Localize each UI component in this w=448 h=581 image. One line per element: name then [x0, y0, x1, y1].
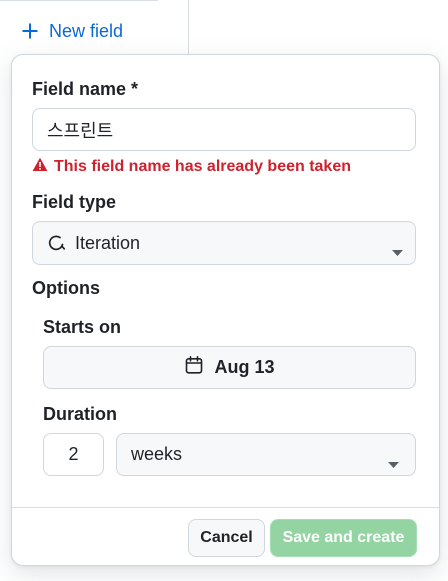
column-divider [188, 0, 189, 54]
starts-on-label: Starts on [43, 317, 122, 337]
iteration-icon [47, 233, 67, 253]
duration-input[interactable]: 2 [43, 433, 104, 476]
page: New field Field name * 스프린트 This field n… [0, 0, 448, 581]
top-divider [0, 0, 158, 1]
field-name-label: Field name * [32, 79, 139, 99]
field-type-select[interactable]: Iteration [32, 221, 416, 265]
field-type-label: Field type [32, 192, 117, 212]
starts-on-date-button[interactable]: Aug 13 [43, 346, 416, 389]
duration-label: Duration [43, 404, 117, 424]
field-name-error-text: This field name has already been taken [54, 158, 351, 175]
starts-on-value: Aug 13 [214, 357, 275, 377]
options-label: Options [32, 278, 100, 298]
cancel-button[interactable]: Cancel [188, 519, 265, 557]
field-type-value: Iteration [75, 232, 141, 253]
chevron-down-icon [388, 452, 399, 473]
alert-icon [32, 157, 48, 177]
new-field-label: New field [49, 20, 124, 41]
duration-unit-value: weeks [131, 444, 183, 464]
new-field-button[interactable]: New field [21, 17, 123, 45]
field-name-error: This field name has already been taken [32, 156, 351, 178]
duration-unit-select[interactable]: weeks [116, 433, 416, 476]
field-name-input[interactable]: 스프린트 [32, 108, 416, 151]
chevron-down-icon [392, 240, 403, 261]
plus-icon [21, 22, 39, 40]
calendar-icon [184, 355, 204, 380]
save-and-create-button[interactable]: Save and create [270, 519, 417, 557]
footer-divider [12, 507, 439, 508]
